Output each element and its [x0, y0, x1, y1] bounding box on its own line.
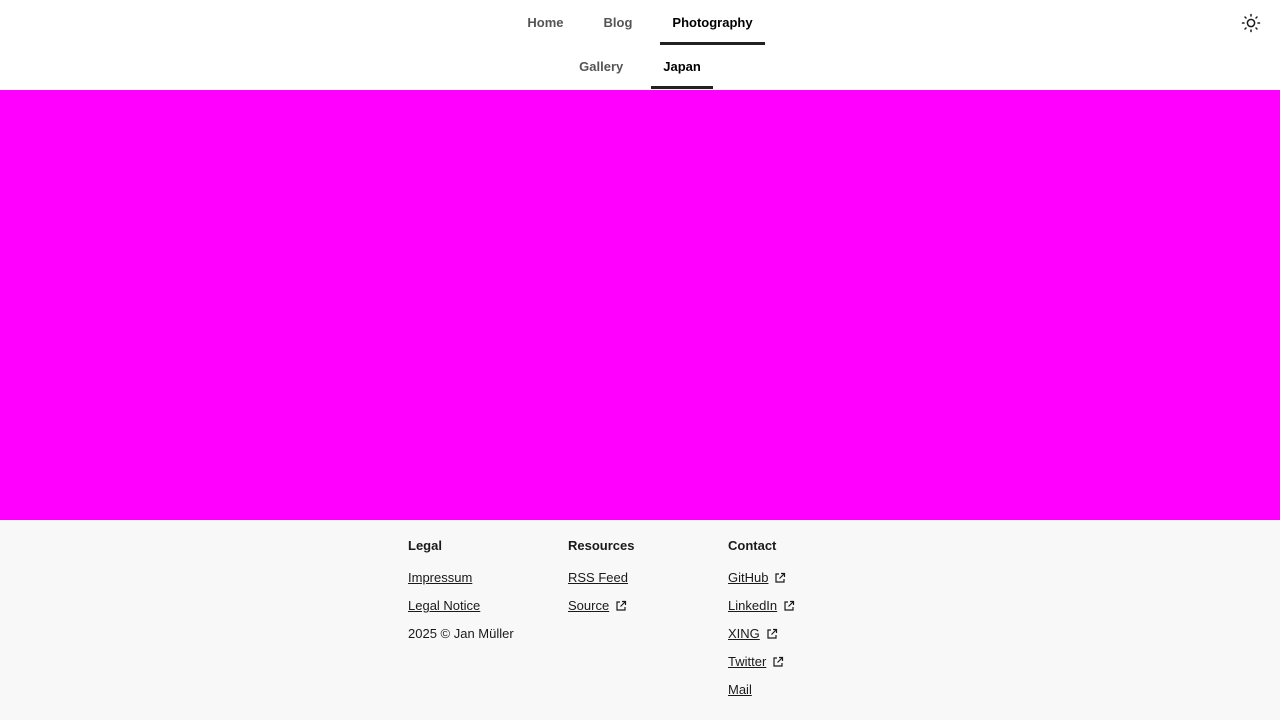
site-header: Home Blog Photography Gallery Japan	[0, 0, 1280, 90]
copyright-text: 2025 © Jan Müller	[408, 626, 514, 641]
hero-image	[0, 90, 1280, 520]
theme-toggle-button[interactable]	[1239, 11, 1263, 35]
footer-link-mail[interactable]: Mail	[728, 682, 888, 710]
footer-contact-column: Contact GitHub LinkedIn XING Twitter Mai…	[728, 538, 888, 710]
site-footer: Legal Impressum Legal Notice 2025 © Jan …	[0, 520, 1280, 720]
primary-nav: Home Blog Photography	[0, 0, 1280, 45]
footer-link-linkedin[interactable]: LinkedIn	[728, 598, 888, 626]
footer-link-rss-feed[interactable]: RSS Feed	[568, 570, 728, 598]
footer-heading-legal: Legal	[408, 538, 442, 553]
footer-heading-contact: Contact	[728, 538, 777, 553]
external-link-icon	[773, 656, 784, 667]
footer-heading-resources: Resources	[568, 538, 635, 553]
footer-resources-column: Resources RSS Feed Source	[568, 538, 728, 710]
footer-link-legal-notice[interactable]: Legal Notice	[408, 598, 568, 626]
footer-legal-column: Legal Impressum Legal Notice 2025 © Jan …	[408, 538, 568, 710]
nav-blog[interactable]: Blog	[592, 0, 645, 45]
subnav-japan[interactable]: Japan	[651, 45, 713, 89]
sun-icon	[1241, 13, 1261, 33]
external-link-icon	[767, 628, 777, 639]
footer-link-twitter[interactable]: Twitter	[728, 654, 888, 682]
footer-link-impressum[interactable]: Impressum	[408, 570, 568, 598]
footer-link-source[interactable]: Source	[568, 598, 728, 626]
nav-home[interactable]: Home	[515, 0, 575, 45]
external-link-icon	[784, 600, 795, 611]
subnav-gallery[interactable]: Gallery	[567, 45, 635, 89]
footer-link-github[interactable]: GitHub	[728, 570, 888, 598]
external-link-icon	[616, 600, 627, 611]
external-link-icon	[775, 572, 786, 583]
nav-photography[interactable]: Photography	[660, 0, 765, 45]
footer-link-xing[interactable]: XING	[728, 626, 888, 654]
secondary-nav: Gallery Japan	[0, 45, 1280, 89]
